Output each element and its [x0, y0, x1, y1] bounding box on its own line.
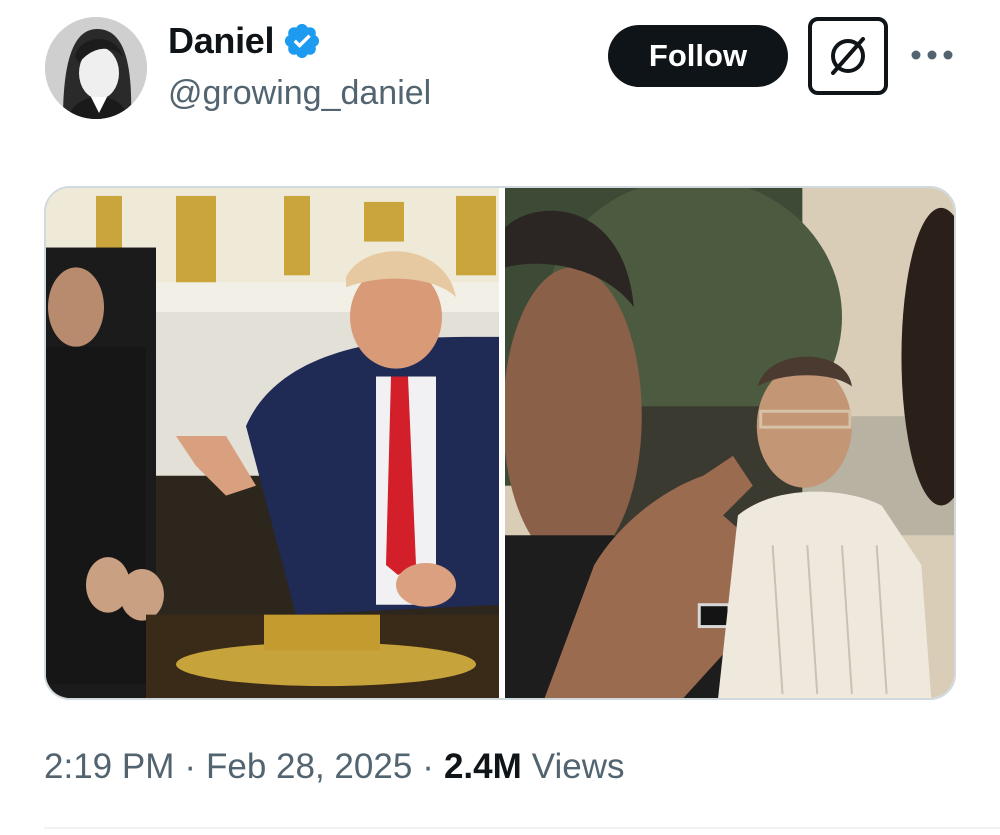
divider	[44, 827, 1000, 829]
tweet-meta: 2:19 PM · Feb 28, 2025 · 2.4M Views	[44, 745, 625, 789]
media-photo-right[interactable]	[505, 188, 954, 698]
views-label[interactable]: Views	[532, 745, 625, 789]
tweet-time[interactable]: 2:19 PM	[44, 745, 174, 789]
author-handle[interactable]: @growing_daniel	[168, 72, 431, 114]
media-photo-left[interactable]	[46, 188, 499, 698]
follow-button[interactable]: Follow	[608, 25, 788, 87]
views-count[interactable]: 2.4M	[444, 745, 522, 789]
image-oval-office-meeting-icon	[46, 188, 499, 698]
grok-button[interactable]	[808, 17, 888, 95]
tweet-media	[44, 186, 956, 700]
tweet: Daniel @growing_daniel Follow 2:19 PM · …	[0, 0, 1000, 835]
more-options-button[interactable]	[910, 40, 954, 70]
meta-separator: ·	[422, 747, 434, 786]
image-film-still-pointing-icon	[505, 188, 954, 698]
author-display-name[interactable]: Daniel	[168, 20, 275, 62]
meta-separator: ·	[184, 747, 197, 786]
tweet-date[interactable]: Feb 28, 2025	[206, 745, 412, 789]
verified-badge-icon	[285, 23, 320, 59]
avatar[interactable]	[45, 17, 147, 119]
author-name-row: Daniel	[168, 20, 322, 62]
grok-icon	[831, 37, 865, 75]
more-icon	[911, 50, 953, 60]
profile-photo-icon	[45, 17, 147, 119]
